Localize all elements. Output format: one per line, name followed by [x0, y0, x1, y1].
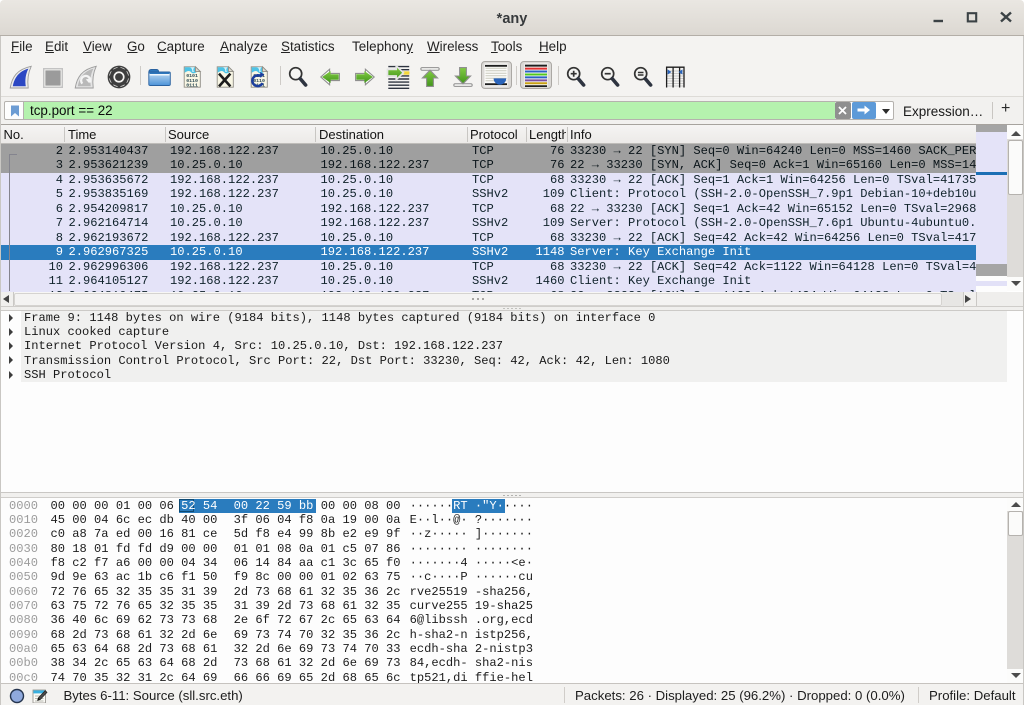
svg-text:0111: 0111 [186, 82, 198, 88]
